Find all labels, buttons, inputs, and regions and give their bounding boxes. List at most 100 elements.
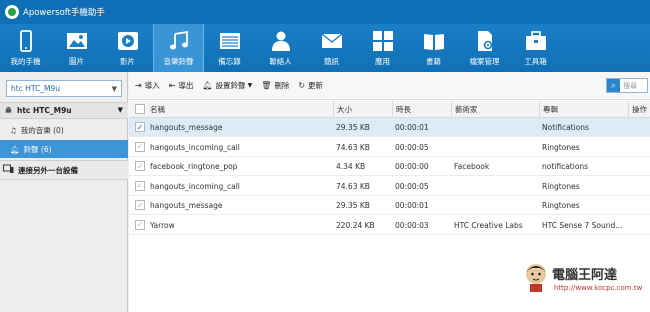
cell-size: 29.35 KB bbox=[336, 201, 370, 210]
cell-name: facebook_ringtone_pop bbox=[150, 162, 238, 171]
cell-album: Ringtones bbox=[542, 201, 580, 210]
device-select[interactable]: htc HTC_M9u ▼ bbox=[6, 80, 122, 97]
cell-artist: HTC Creative Labs bbox=[454, 220, 523, 230]
cell-size: 220.24 KB bbox=[336, 220, 375, 230]
table-header: 名稱 大小 時長 藝術家 專輯 操作 bbox=[129, 101, 650, 118]
search-icon[interactable]: ⌕ bbox=[607, 79, 620, 92]
file-manager-icon bbox=[474, 30, 496, 52]
delete-button[interactable]: 🗑︎ 刪除 bbox=[261, 80, 289, 91]
table-row[interactable]: ✓ hangouts_message 29.35 KB 00:00:01 Rington… bbox=[129, 196, 650, 215]
export-button[interactable]: ⇤ 導出 bbox=[169, 80, 194, 91]
mascot-icon bbox=[526, 264, 546, 292]
cell-name: hangouts_incoming_call bbox=[150, 181, 240, 191]
cell-name: hangouts_incoming_call bbox=[150, 142, 240, 152]
book-icon bbox=[423, 30, 445, 52]
table-row[interactable]: ✓ hangouts_incoming_call 74.63 KB 00:00:05 R… bbox=[129, 177, 650, 196]
device-name: htc HTC_M9u bbox=[17, 106, 72, 115]
left-panel: htc HTC_M9u ▼ htc HTC_M9u ▼ ♫ 我的音樂 (0) 🔔… bbox=[0, 72, 128, 312]
set-ringtone-button[interactable]: 🔔︎ 設置鈴聲 ▼ bbox=[202, 80, 252, 91]
export-icon: ⇤ bbox=[168, 81, 176, 90]
toolbar-music-ringtones[interactable]: 音樂鈴聲 bbox=[153, 24, 204, 72]
cell-size: 74.63 KB bbox=[336, 142, 370, 152]
column-duration[interactable]: 時長 bbox=[392, 101, 451, 118]
refresh-button[interactable]: ↻ 更新 bbox=[298, 80, 323, 91]
cell-size: 29.35 KB bbox=[336, 123, 370, 132]
android-icon bbox=[4, 105, 13, 116]
app-logo-icon bbox=[5, 5, 19, 19]
cell-artist bbox=[451, 196, 539, 215]
connect-other-device[interactable]: 連接另外一台設備 bbox=[0, 160, 128, 180]
cell-name: hangouts_message bbox=[150, 123, 223, 132]
table-row[interactable]: ✓ Yarrow 220.24 KB 00:00:03 HTC Creative Lab… bbox=[129, 216, 650, 235]
cell-album: notifications bbox=[542, 162, 589, 171]
toolbar-pictures[interactable]: 圖片 bbox=[51, 24, 102, 72]
search-box[interactable]: ⌕ 搜尋 bbox=[606, 78, 648, 93]
cell-album: HTC Sense 7 Sound... bbox=[542, 220, 623, 230]
sidebar-item-my-music[interactable]: ♫ 我的音樂 (0) bbox=[0, 121, 128, 139]
column-album[interactable]: 專輯 bbox=[539, 101, 628, 118]
music-note-icon bbox=[168, 30, 190, 52]
cell-name: hangouts_message bbox=[150, 201, 223, 210]
collapse-icon[interactable]: ▼ bbox=[118, 106, 123, 114]
table-row[interactable]: ✓ facebook_ringtone_pop 4.34 KB 00:00:00 Fac… bbox=[129, 157, 650, 176]
app-title: Apowersoft手機助手 bbox=[23, 8, 105, 18]
toolbar-apps[interactable]: 應用 bbox=[357, 24, 408, 72]
toolbar-file-manager[interactable]: 檔案管理 bbox=[459, 24, 510, 72]
sidebar-item-ringtones[interactable]: 🔔︎ 鈴聲 (6) bbox=[0, 140, 128, 158]
phone-icon bbox=[15, 30, 37, 52]
row-checkbox[interactable]: ✓ bbox=[135, 180, 145, 191]
column-artist[interactable]: 藝術家 bbox=[451, 101, 539, 118]
row-checkbox[interactable]: ✓ bbox=[135, 200, 145, 210]
connect-device-icon bbox=[3, 164, 14, 176]
cell-artist: Facebook bbox=[454, 162, 490, 171]
cell-duration: 00:00:05 bbox=[395, 142, 429, 152]
import-icon: ⇥ bbox=[135, 81, 142, 90]
contact-icon bbox=[270, 30, 292, 52]
memo-icon bbox=[219, 30, 241, 52]
action-bar: ⇥ 導入 ⇤ 導出 🔔︎ 設置鈴聲 ▼ 🗑︎ 刪除 ↻ 更新 ⌕ 搜尋 bbox=[129, 72, 650, 100]
content-area: ⇥ 導入 ⇤ 導出 🔔︎ 設置鈴聲 ▼ 🗑︎ 刪除 ↻ 更新 ⌕ 搜尋 名稱 大… bbox=[129, 72, 650, 312]
watermark-text: 電腦王阿達 bbox=[552, 268, 618, 283]
mail-icon bbox=[321, 30, 343, 52]
column-name[interactable]: 名稱 bbox=[147, 101, 333, 118]
device-select-value: htc HTC_M9u bbox=[11, 84, 60, 93]
toolbar-memo[interactable]: 備忘錄 bbox=[204, 24, 255, 72]
import-button[interactable]: ⇥ 導入 bbox=[135, 80, 160, 91]
toolbar-sms[interactable]: 簡訊 bbox=[306, 24, 357, 72]
apps-icon bbox=[372, 30, 394, 52]
cell-album: Notifications bbox=[542, 123, 589, 132]
cell-duration: 00:00:03 bbox=[395, 220, 429, 230]
cell-duration: 00:00:05 bbox=[395, 181, 429, 191]
table-row[interactable]: ✓ hangouts_message 29.35 KB 00:00:01 Notific… bbox=[129, 118, 650, 137]
select-all-checkbox[interactable] bbox=[135, 104, 145, 114]
cell-duration: 00:00:01 bbox=[395, 123, 429, 132]
bell-icon: 🔔︎ bbox=[10, 144, 20, 154]
bell-icon: 🔔︎ bbox=[202, 81, 213, 90]
chevron-down-icon: ▼ bbox=[111, 85, 117, 93]
column-action: 操作 bbox=[628, 101, 650, 118]
row-checkbox[interactable]: ✓ bbox=[135, 141, 145, 152]
music-note-icon: ♫ bbox=[10, 125, 17, 135]
cell-artist bbox=[451, 138, 539, 157]
toolbar-video[interactable]: 影片 bbox=[102, 24, 153, 72]
cell-size: 74.63 KB bbox=[336, 181, 370, 191]
cell-artist bbox=[451, 177, 539, 196]
title-bar: Apowersoft手機助手 bbox=[0, 0, 650, 24]
row-checkbox[interactable]: ✓ bbox=[135, 122, 145, 132]
trash-icon: 🗑︎ bbox=[261, 81, 272, 90]
column-size[interactable]: 大小 bbox=[333, 101, 392, 118]
main-toolbar: 我的手機 圖片 影片 音樂鈴聲 備忘錄 聯絡人 簡訊 應用 書籍 檔案管理 工具… bbox=[0, 24, 650, 72]
row-checkbox[interactable]: ✓ bbox=[135, 219, 145, 230]
cell-duration: 00:00:01 bbox=[395, 201, 429, 210]
device-header[interactable]: htc HTC_M9u ▼ bbox=[0, 102, 128, 119]
table-row[interactable]: ✓ hangouts_incoming_call 74.63 KB 00:00:05 R… bbox=[129, 138, 650, 157]
search-placeholder: 搜尋 bbox=[623, 81, 637, 90]
toolbar-my-phone[interactable]: 我的手機 bbox=[0, 24, 51, 72]
cell-size: 4.34 KB bbox=[336, 162, 366, 171]
toolbar-contacts[interactable]: 聯絡人 bbox=[255, 24, 306, 72]
row-checkbox[interactable]: ✓ bbox=[135, 161, 145, 171]
toolbar-toolbox[interactable]: 工具箱 bbox=[510, 24, 561, 72]
toolbox-icon bbox=[525, 30, 547, 52]
toolbar-books[interactable]: 書籍 bbox=[408, 24, 459, 72]
cell-album: Ringtones bbox=[542, 181, 580, 191]
